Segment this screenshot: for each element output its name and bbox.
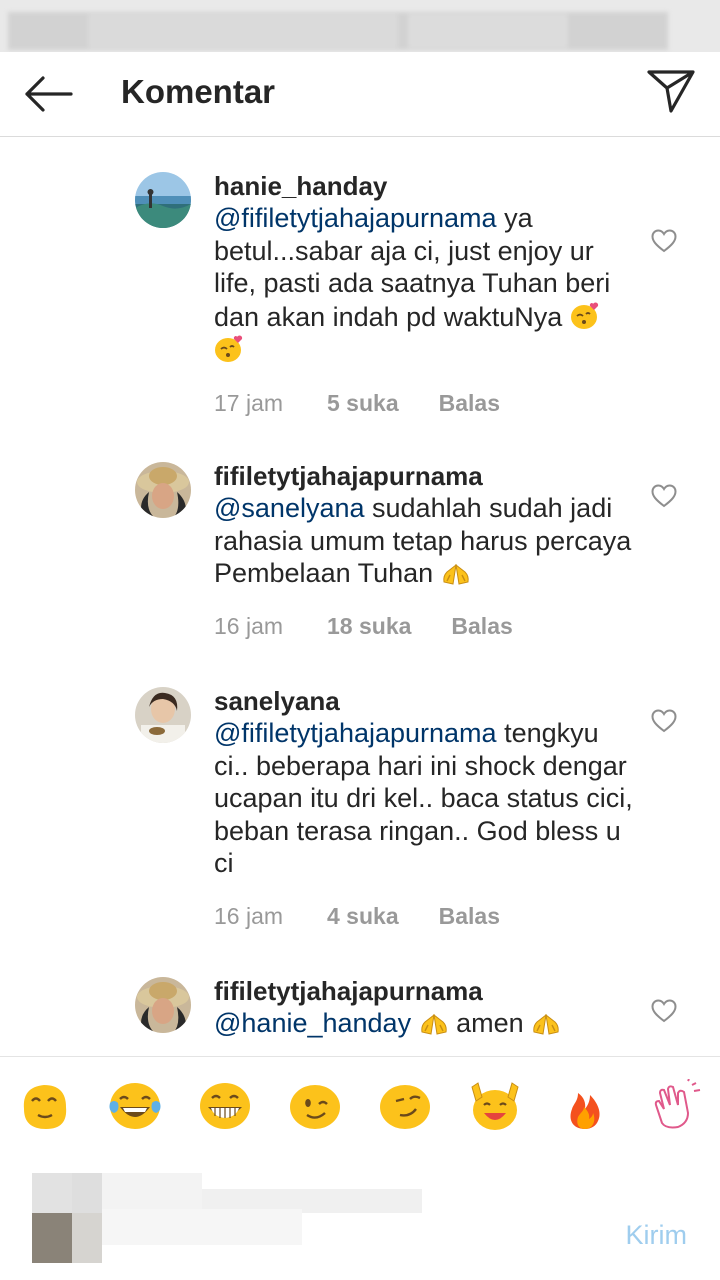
reply-button[interactable]: Balas xyxy=(439,902,500,930)
comment-body: hanie_handay @fifiletytjahajapurnama ya … xyxy=(214,170,634,417)
folded-hands-emoji xyxy=(533,1013,559,1035)
back-button[interactable] xyxy=(20,66,76,122)
reply-button[interactable]: Balas xyxy=(439,389,500,417)
winking-face-emoji[interactable] xyxy=(288,1079,342,1133)
avatar[interactable] xyxy=(135,687,191,743)
kissing-face-with-heart-emoji xyxy=(570,302,598,329)
comment-mention[interactable]: @fifiletytjahajapurnama xyxy=(214,718,497,748)
comment-input[interactable] xyxy=(102,1185,426,1257)
comment-text: @hanie_handay amen xyxy=(214,1007,634,1040)
comment-body: fifiletytjahajapurnama @hanie_handay ame… xyxy=(214,975,634,1040)
current-user-avatar xyxy=(32,1173,112,1263)
comment-text: @fifiletytjahajapurnama tengkyu ci.. beb… xyxy=(214,718,633,878)
raised-hands-emoji[interactable] xyxy=(468,1079,522,1133)
comment-likes[interactable]: 4 suka xyxy=(327,902,399,930)
comment-likes[interactable]: 18 suka xyxy=(327,612,411,640)
heart-icon[interactable] xyxy=(650,997,678,1025)
comment-timestamp: 17 jam xyxy=(214,389,284,416)
comment-meta: 16 jam 4 suka Balas xyxy=(214,902,634,930)
smirking-face-emoji[interactable] xyxy=(378,1079,432,1133)
grinning-face-emoji[interactable] xyxy=(198,1079,252,1133)
comment-mention[interactable]: @hanie_handay xyxy=(214,1008,411,1038)
direct-message-button[interactable] xyxy=(644,64,698,118)
folded-hands-emoji xyxy=(443,563,469,585)
comment-username[interactable]: hanie_handay xyxy=(214,170,634,202)
status-bar-blurred-content xyxy=(8,12,668,50)
comment-meta: 16 jam 18 suka Balas xyxy=(214,612,634,640)
heart-icon[interactable] xyxy=(650,707,678,735)
emoji-quick-bar xyxy=(0,1056,720,1154)
comment-text: @fifiletytjahajapurnama ya betul...sabar… xyxy=(214,202,634,367)
arrow-left-icon xyxy=(25,76,73,112)
avatar[interactable] xyxy=(135,977,191,1033)
page-title: Komentar xyxy=(121,73,276,110)
comment-body: sanelyana @fifiletytjahajapurnama tengky… xyxy=(214,685,634,930)
avatar[interactable] xyxy=(135,172,191,228)
heart-icon[interactable] xyxy=(650,482,678,510)
post-button[interactable]: Kirim xyxy=(626,1219,688,1251)
comment-mention[interactable]: @fifiletytjahajapurnama xyxy=(214,203,497,233)
comment-body: fifiletytjahajapurnama @sanelyana sudahl… xyxy=(214,460,634,640)
status-bar xyxy=(0,0,720,52)
comment-likes[interactable]: 5 suka xyxy=(327,389,399,417)
folded-hands-emoji xyxy=(420,1013,447,1035)
reply-button[interactable]: Balas xyxy=(451,612,512,640)
header: Komentar xyxy=(0,52,720,137)
avatar[interactable] xyxy=(135,462,191,518)
comment-meta: 17 jam 5 suka Balas xyxy=(214,389,634,417)
comment-timestamp: 16 jam xyxy=(214,612,284,639)
fire-emoji[interactable] xyxy=(558,1079,612,1133)
comment-timestamp: 16 jam xyxy=(214,902,284,929)
comment-username[interactable]: fifiletytjahajapurnama xyxy=(214,460,634,492)
comment-username[interactable]: fifiletytjahajapurnama xyxy=(214,975,634,1007)
relieved-face-emoji[interactable] xyxy=(18,1079,72,1133)
tears-of-joy-emoji[interactable] xyxy=(108,1079,162,1133)
comment-composer: Kirim xyxy=(0,1153,720,1280)
comment-mention[interactable]: @sanelyana xyxy=(214,493,365,523)
heart-icon[interactable] xyxy=(650,227,678,255)
comment-text: @sanelyana sudahlah sudah jadi rahasia u… xyxy=(214,493,632,588)
comment-username[interactable]: sanelyana xyxy=(214,685,634,717)
clapping-hands-emoji[interactable] xyxy=(648,1079,702,1133)
comment-list[interactable]: hanie_handay @fifiletytjahajapurnama ya … xyxy=(0,137,720,1055)
paper-plane-icon xyxy=(647,70,695,113)
kissing-face-with-heart-emoji xyxy=(215,335,243,362)
